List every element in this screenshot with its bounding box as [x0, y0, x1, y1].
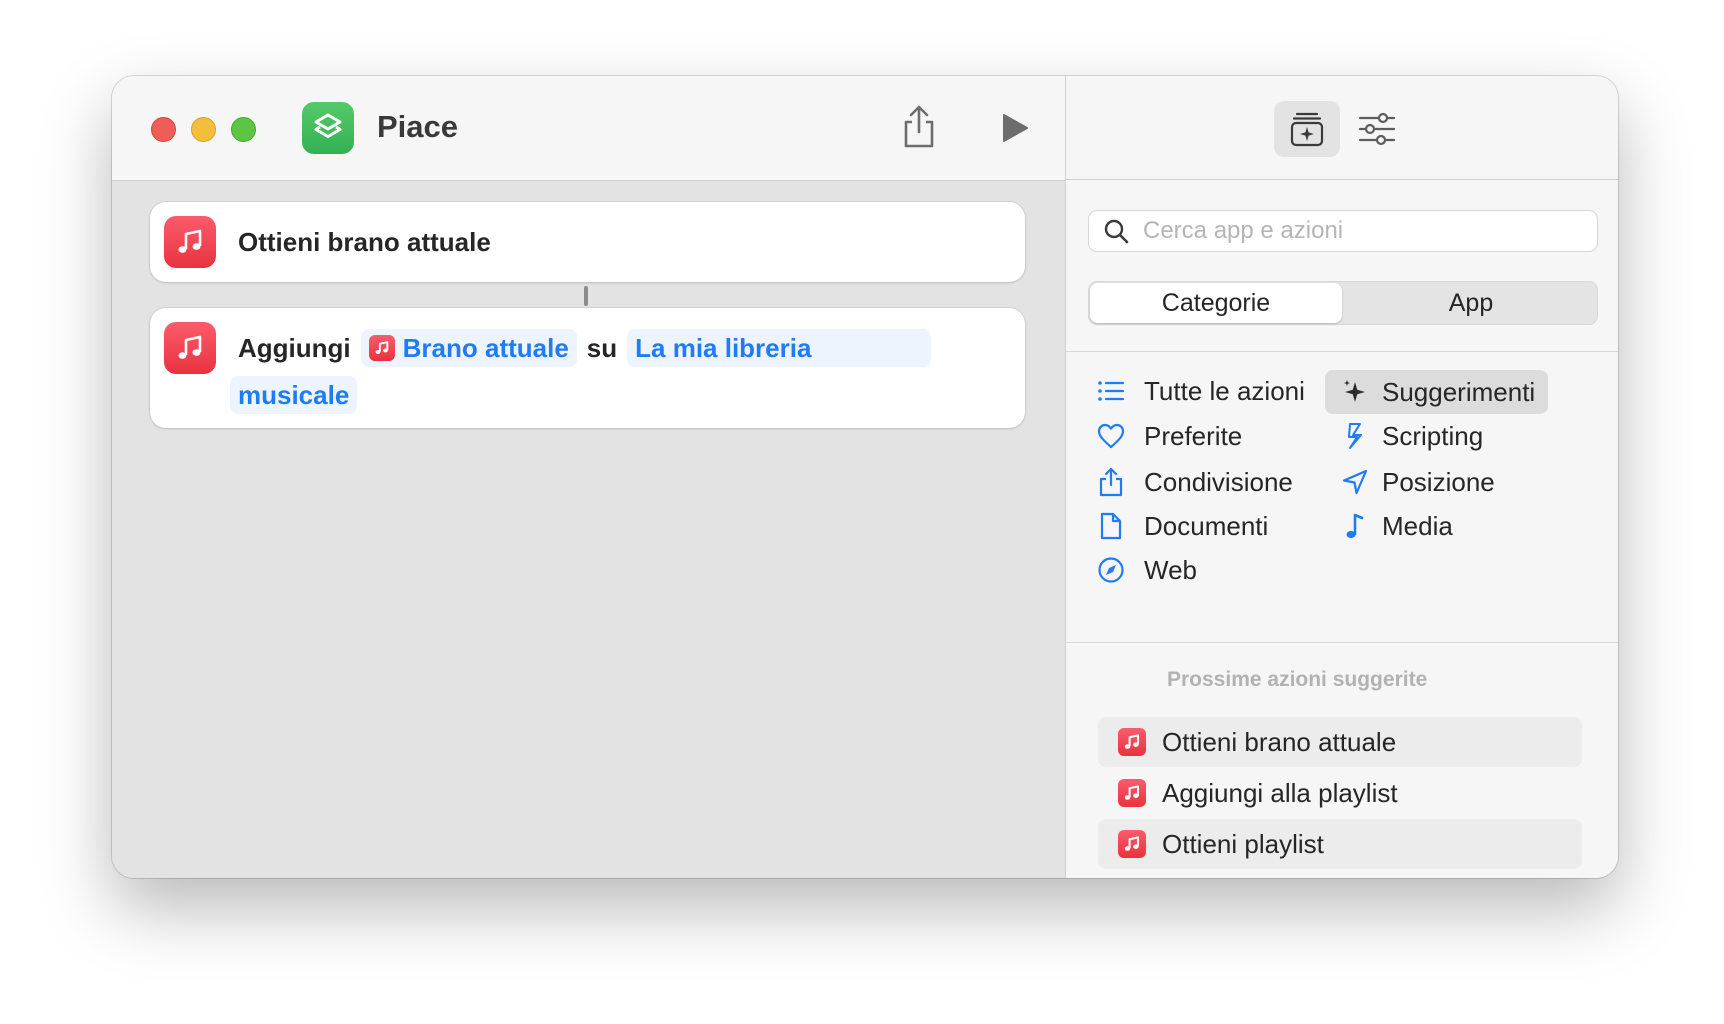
shortcuts-app-icon[interactable]: [302, 102, 354, 154]
category-sharing[interactable]: Condivisione: [1096, 460, 1293, 504]
category-documents[interactable]: Documenti: [1096, 504, 1268, 548]
shortcut-title[interactable]: Piace: [377, 109, 458, 145]
sparkles-icon: [1340, 377, 1370, 407]
title-bar: Piace: [112, 76, 1065, 181]
category-media[interactable]: Media: [1340, 504, 1453, 548]
token-label: La mia libreria: [635, 332, 812, 363]
library-parameter-token-continued[interactable]: musicale: [230, 376, 358, 414]
music-note-icon: [178, 229, 202, 253]
suggested-action-item[interactable]: Aggiungi alla playlist: [1098, 768, 1582, 818]
editor-pane: Piace Ottieni brano attuale Aggiungi Bra…: [112, 76, 1065, 878]
music-app-icon: [164, 216, 216, 268]
action-sentence: Aggiungi Brano attuale su La mia libreri…: [238, 328, 941, 368]
music-note-icon: [1124, 734, 1140, 749]
sliders-icon: [1358, 112, 1396, 146]
category-label: Posizione: [1382, 466, 1495, 497]
library-segmented-control: Categorie App: [1088, 281, 1598, 325]
action-library-icon: [1290, 112, 1324, 147]
heart-icon: [1096, 421, 1126, 451]
search-icon: [1104, 219, 1129, 244]
share-icon: [904, 105, 934, 148]
category-favorites[interactable]: Preferite: [1096, 414, 1242, 458]
category-label: Tutte le azioni: [1144, 375, 1305, 406]
search-input[interactable]: [1141, 216, 1585, 246]
action-label: Ottieni brano attuale: [238, 227, 491, 257]
suggested-action-label: Ottieni playlist: [1162, 828, 1324, 859]
category-label: Scripting: [1382, 420, 1484, 451]
suggested-action-label: Aggiungi alla playlist: [1162, 777, 1398, 808]
category-label: Preferite: [1144, 420, 1243, 451]
action-card-add-to-library[interactable]: Aggiungi Brano attuale su La mia libreri…: [150, 308, 1025, 428]
music-note-icon: [1124, 836, 1140, 851]
category-grid: Tutte le azioni Preferite Condivisione D…: [1066, 351, 1618, 643]
category-label: Documenti: [1144, 510, 1269, 541]
music-note-icon: [375, 341, 388, 355]
music-note-icon: [1340, 511, 1370, 541]
current-song-variable-token[interactable]: Brano attuale: [360, 329, 577, 367]
zoom-window-button[interactable]: [231, 117, 256, 142]
location-arrow-icon: [1340, 467, 1370, 497]
token-label: musicale: [238, 379, 350, 410]
category-label: Condivisione: [1144, 466, 1293, 497]
suggested-action-label: Ottieni brano attuale: [1162, 726, 1397, 757]
document-icon: [1096, 511, 1126, 541]
action-card-get-current-song[interactable]: Ottieni brano attuale: [150, 202, 1025, 282]
compass-icon: [1096, 555, 1126, 585]
category-all-actions[interactable]: Tutte le azioni: [1096, 369, 1316, 413]
suggested-action-item[interactable]: Ottieni brano attuale: [1098, 717, 1582, 767]
action-preposition: su: [586, 332, 618, 363]
details-settings-button[interactable]: [1354, 106, 1400, 152]
action-sentence-line2: musicale: [230, 376, 367, 414]
suggestions-header: Prossime azioni suggerite: [1167, 668, 1428, 691]
segment-apps[interactable]: App: [1345, 282, 1597, 324]
category-web[interactable]: Web: [1096, 548, 1197, 592]
shortcut-editor-window: Piace Ottieni brano attuale Aggiungi Bra…: [112, 76, 1618, 878]
minimize-window-button[interactable]: [191, 117, 216, 142]
music-app-icon: [1118, 728, 1146, 756]
music-note-icon: [178, 335, 202, 359]
music-app-icon: [1118, 830, 1146, 858]
music-app-icon: [164, 322, 216, 374]
action-library-button[interactable]: [1274, 101, 1340, 157]
scripting-icon: [1340, 421, 1370, 451]
close-window-button[interactable]: [151, 117, 176, 142]
play-icon: [1003, 114, 1028, 142]
token-label: Brano attuale: [402, 332, 569, 363]
action-verb: Aggiungi: [238, 332, 351, 363]
music-app-icon: [1118, 779, 1146, 807]
category-location[interactable]: Posizione: [1340, 460, 1495, 504]
list-icon: [1096, 376, 1126, 406]
segment-categories[interactable]: Categorie: [1090, 283, 1342, 323]
category-label: Web: [1144, 554, 1197, 585]
action-library-sidebar: Categorie App Tutte le azioni: [1065, 76, 1618, 878]
category-label: Suggerimenti: [1382, 376, 1536, 407]
search-field[interactable]: [1088, 210, 1598, 252]
sidebar-toolbar: [1066, 76, 1618, 180]
share-button[interactable]: [900, 104, 938, 150]
suggested-action-item[interactable]: Ottieni playlist: [1098, 819, 1582, 869]
music-app-icon: [368, 335, 395, 361]
category-scripting[interactable]: Scripting: [1340, 414, 1483, 458]
run-button[interactable]: [1000, 112, 1030, 144]
music-note-icon: [1124, 785, 1140, 800]
action-connector: [584, 286, 588, 306]
library-parameter-token[interactable]: La mia libreria: [627, 329, 932, 367]
category-suggestions[interactable]: Suggerimenti: [1325, 370, 1548, 414]
share-icon: [1096, 467, 1126, 497]
category-label: Media: [1382, 510, 1453, 541]
